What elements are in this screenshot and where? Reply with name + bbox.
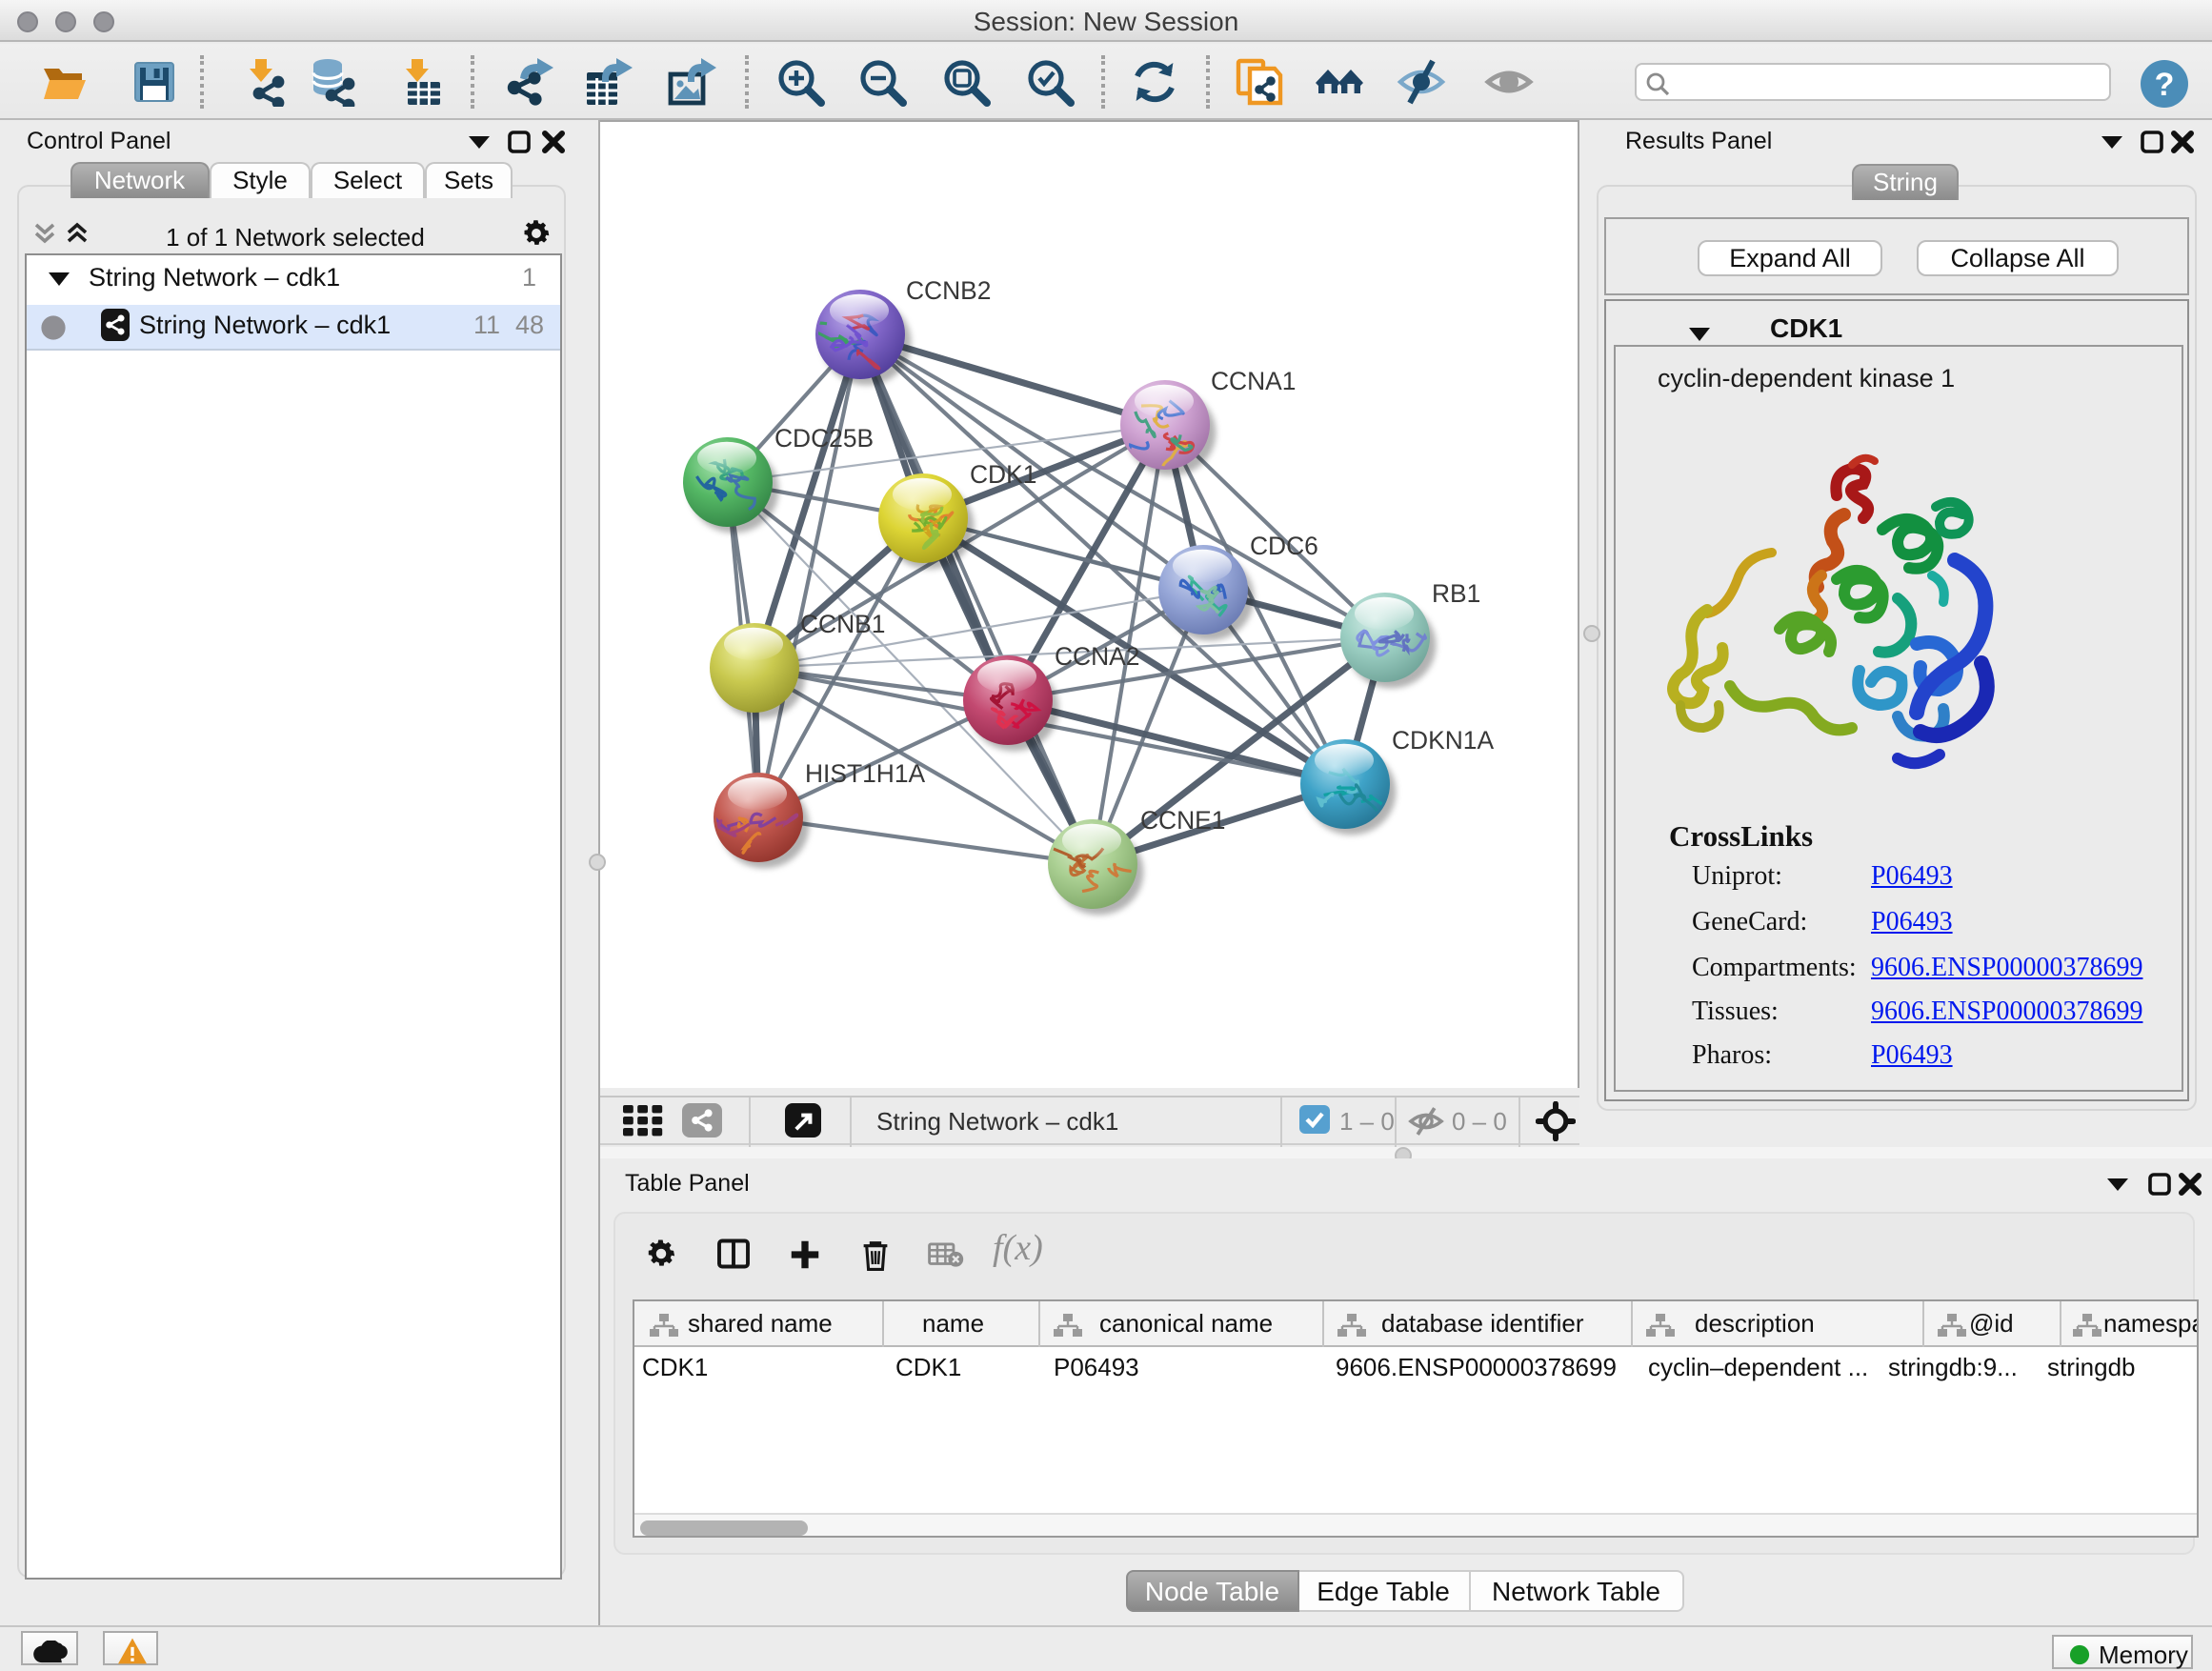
svg-text:CCNB2: CCNB2: [906, 276, 991, 305]
svg-text:CCNA1: CCNA1: [1211, 367, 1296, 395]
svg-text:HIST1H1A: HIST1H1A: [805, 759, 926, 788]
svg-text:CDC6: CDC6: [1250, 532, 1318, 560]
svg-text:CDC25B: CDC25B: [774, 424, 874, 453]
svg-text:CCNE1: CCNE1: [1140, 806, 1225, 835]
svg-text:CCNB1: CCNB1: [800, 610, 885, 638]
svg-text:?: ?: [2155, 67, 2175, 103]
svg-text:CCNA2: CCNA2: [1055, 642, 1139, 671]
svg-text:CDKN1A: CDKN1A: [1392, 726, 1494, 755]
svg-text:CDK1: CDK1: [970, 460, 1036, 489]
svg-text:RB1: RB1: [1432, 579, 1480, 608]
